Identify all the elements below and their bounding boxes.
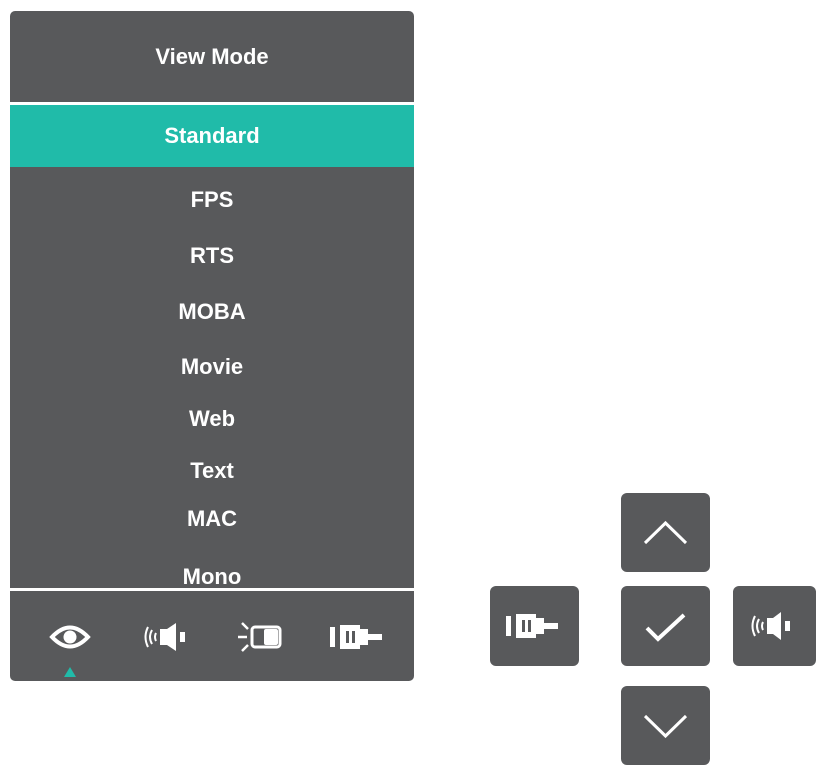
- input-source-icon: [506, 614, 558, 638]
- mode-item-web[interactable]: Web: [10, 402, 414, 436]
- mode-item-mac[interactable]: MAC: [10, 502, 414, 536]
- mode-item-standard[interactable]: Standard: [10, 105, 414, 167]
- audio-key[interactable]: [733, 586, 816, 666]
- view-mode-list: Standard FPS RTS MOBA Movie Web Text MAC…: [10, 105, 414, 589]
- down-key[interactable]: [621, 686, 710, 765]
- active-tab-indicator: [64, 667, 76, 677]
- mode-item-movie[interactable]: Movie: [10, 350, 414, 384]
- checkmark-icon: [645, 613, 686, 642]
- backlight-icon[interactable]: [230, 615, 294, 659]
- chevron-down-icon: [643, 714, 688, 739]
- audio-speaker-icon: [751, 612, 790, 640]
- up-key[interactable]: [621, 493, 710, 572]
- mode-item-fps[interactable]: FPS: [10, 183, 414, 217]
- input-source-key[interactable]: [490, 586, 579, 666]
- mode-item-moba[interactable]: MOBA: [10, 295, 414, 329]
- eye-icon[interactable]: [38, 615, 102, 659]
- osd-menu: View Mode Standard FPS RTS MOBA Movie We…: [10, 11, 414, 681]
- mode-item-rts[interactable]: RTS: [10, 239, 414, 273]
- osd-icon-bar: [10, 591, 414, 681]
- audio-speaker-icon[interactable]: [134, 615, 198, 659]
- input-source-icon[interactable]: [326, 615, 390, 659]
- chevron-up-icon: [643, 520, 688, 545]
- mode-item-text[interactable]: Text: [10, 454, 414, 488]
- menu-title: View Mode: [155, 44, 269, 69]
- confirm-key[interactable]: [621, 586, 710, 666]
